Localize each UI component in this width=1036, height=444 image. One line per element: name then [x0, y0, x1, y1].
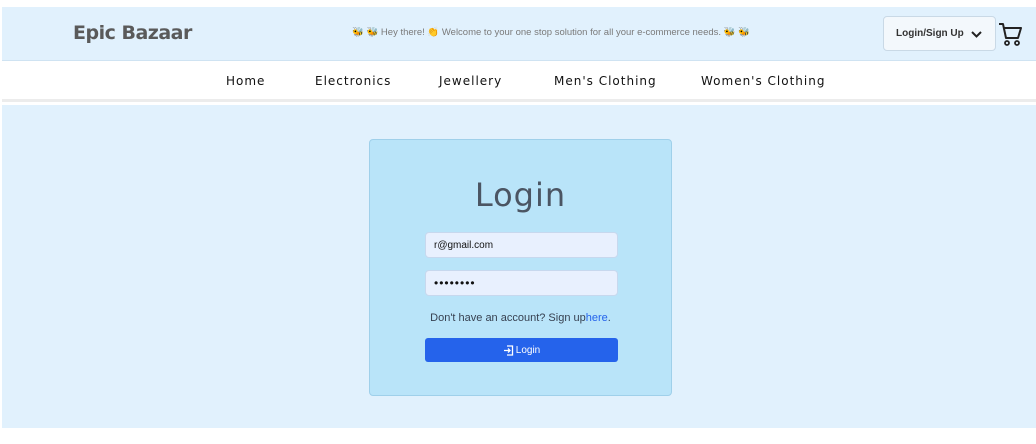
- nav-item-electronics[interactable]: Electronics: [315, 74, 391, 88]
- welcome-banner: 🐝 🐝 Hey there! 👏 Welcome to your one sto…: [352, 27, 750, 38]
- chevron-down-icon: [971, 31, 982, 38]
- page-footer-space: [0, 428, 1036, 444]
- login-signup-label: Login/Sign Up: [896, 28, 964, 39]
- login-signup-dropdown[interactable]: Login/Sign Up: [883, 16, 996, 51]
- signup-link[interactable]: here: [586, 312, 608, 324]
- login-icon: [503, 344, 513, 356]
- main-content: Login Don't have an account? Sign uphere…: [2, 105, 1036, 428]
- main-nav: Home Electronics Jewellery Men's Clothin…: [2, 61, 1036, 102]
- header-bar: Epic Bazaar 🐝 🐝 Hey there! 👏 Welcome to …: [2, 7, 1036, 61]
- email-field[interactable]: [425, 232, 618, 258]
- nav-item-womens-clothing[interactable]: Women's Clothing: [701, 74, 825, 88]
- signup-prompt: Don't have an account? Sign uphere.: [370, 312, 671, 324]
- brand-logo[interactable]: Epic Bazaar: [73, 22, 192, 44]
- login-title: Login: [474, 176, 567, 214]
- nav-item-jewellery[interactable]: Jewellery: [439, 74, 502, 88]
- signup-prompt-suffix: .: [607, 312, 611, 324]
- login-button-label: Login: [515, 344, 541, 356]
- password-field[interactable]: [425, 270, 618, 296]
- login-card: Login Don't have an account? Sign uphere…: [369, 139, 672, 396]
- signup-prompt-text: Don't have an account? Sign up: [430, 312, 586, 324]
- login-button[interactable]: Login: [425, 338, 618, 362]
- cart-icon[interactable]: [997, 21, 1023, 47]
- nav-item-home[interactable]: Home: [226, 74, 265, 88]
- nav-item-mens-clothing[interactable]: Men's Clothing: [554, 74, 657, 88]
